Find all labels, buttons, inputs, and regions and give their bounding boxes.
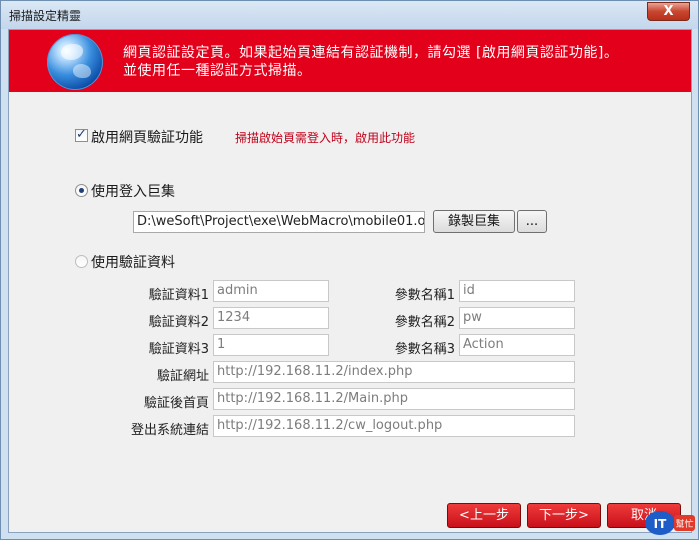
use-macro-radio[interactable] [75, 184, 88, 197]
auth-data-2-input[interactable]: 1234 [213, 307, 329, 329]
enable-auth-checkbox[interactable] [75, 127, 88, 142]
use-auth-data-radio[interactable] [75, 255, 88, 268]
globe-icon [47, 34, 103, 90]
home-page-input[interactable]: http://192.168.11.2/Main.php [213, 388, 575, 410]
param-name-3-label: 參數名稱3 [394, 342, 455, 357]
ithome-watermark-logo: IT 幫忙 [645, 511, 695, 535]
browse-button[interactable]: ... [517, 210, 547, 233]
title-bar: 掃描設定精靈 X [1, 1, 698, 29]
wizard-window: 掃描設定精靈 X 網頁認証設定頁。如果起始頁連結有認証機制，請勾選 [啟用網頁認… [0, 0, 699, 540]
window-title: 掃描設定精靈 [9, 9, 82, 23]
param-name-1-label: 參數名稱1 [394, 288, 455, 303]
param-name-1-input[interactable]: id [459, 280, 575, 302]
banner-line-2: 並使用任一種認証方式掃描。 [123, 63, 312, 79]
logout-link-label: 登出系統連結 [130, 423, 209, 438]
auth-data-1-input[interactable]: admin [213, 280, 329, 302]
auth-data-3-input[interactable]: 1 [213, 334, 329, 356]
close-button[interactable]: X [647, 2, 690, 21]
banner-description: 網頁認証設定頁。如果起始頁連結有認証機制，請勾選 [啟用網頁認証功能]。 並使用… [123, 44, 683, 80]
header-banner: 網頁認証設定頁。如果起始頁連結有認証機制，請勾選 [啟用網頁認証功能]。 並使用… [9, 30, 691, 92]
enable-auth-hint: 掃描啟始頁需登入時，啟用此功能 [235, 131, 416, 145]
record-macro-button[interactable]: 錄製巨集 [433, 210, 515, 233]
auth-data-2-label: 驗証資料2 [148, 315, 209, 330]
auth-data-3-label: 驗証資料3 [148, 342, 209, 357]
banner-line-1: 網頁認証設定頁。如果起始頁連結有認証機制，請勾選 [啟用網頁認証功能]。 [123, 45, 619, 61]
auth-data-1-label: 驗証資料1 [148, 288, 209, 303]
svg-text:幫忙: 幫忙 [675, 518, 693, 530]
home-page-label: 驗証後首頁 [143, 396, 209, 411]
logout-link-input[interactable]: http://192.168.11.2/cw_logout.php [213, 415, 575, 437]
param-name-3-input[interactable]: Action [459, 334, 575, 356]
param-name-2-input[interactable]: pw [459, 307, 575, 329]
auth-url-label: 驗証網址 [156, 369, 209, 384]
next-button[interactable]: 下一步> [527, 503, 601, 528]
svg-text:IT: IT [654, 517, 667, 531]
macro-path-input[interactable]: D:\weSoft\Project\exe\WebMacro\mobile01.… [133, 211, 425, 233]
use-macro-label[interactable]: 使用登入巨集 [91, 181, 175, 201]
auth-url-input[interactable]: http://192.168.11.2/index.php [213, 361, 575, 383]
enable-auth-label[interactable]: 啟用網頁驗証功能 [91, 127, 203, 147]
use-auth-data-label[interactable]: 使用驗証資料 [91, 252, 175, 272]
param-name-2-label: 參數名稱2 [394, 315, 455, 330]
close-icon: X [663, 4, 674, 19]
prev-button[interactable]: <上一步 [447, 503, 521, 528]
wizard-client-area: 網頁認証設定頁。如果起始頁連結有認証機制，請勾選 [啟用網頁認証功能]。 並使用… [8, 29, 692, 533]
